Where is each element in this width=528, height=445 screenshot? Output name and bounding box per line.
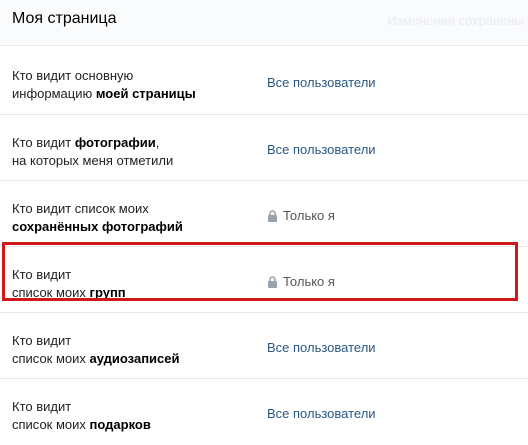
row-label-bold: фотографии [74, 135, 156, 150]
row-label-bold: групп [89, 285, 126, 300]
row-label: Кто видит фотографии, на которых меня от… [12, 134, 252, 170]
privacy-value: Все пользователи [267, 406, 376, 421]
row-label-line1: Кто видит основную [12, 68, 134, 83]
row-label-line1: Кто видит [12, 135, 75, 150]
privacy-row-gifts: Кто видит список моих подарков Все польз… [0, 378, 528, 445]
privacy-select-saved-photos[interactable]: Только я [267, 208, 335, 223]
page-header: Моя страница Изменения сохранены [0, 0, 528, 46]
privacy-select-main-info[interactable]: Все пользователи [267, 75, 376, 90]
row-label-line1: Кто видит [12, 333, 72, 348]
privacy-row-saved-photos: Кто видит список моих сохранённых фотогр… [0, 180, 528, 247]
privacy-row-groups: Кто видит список моих групп Только я [0, 246, 528, 313]
row-label-line2: список моих [12, 285, 90, 300]
privacy-select-audio[interactable]: Все пользователи [267, 340, 376, 355]
row-label-bold: моей страницы [95, 86, 196, 101]
row-label: Кто видит список моих сохранённых фотогр… [12, 200, 252, 236]
row-label-bold: сохранённых фотографий [12, 219, 183, 234]
row-label: Кто видит список моих подарков [12, 398, 252, 434]
privacy-value: Все пользователи [267, 340, 376, 355]
privacy-row-main-info: Кто видит основную информацию моей стран… [0, 48, 528, 115]
privacy-select-tagged-photos[interactable]: Все пользователи [267, 142, 376, 157]
row-label: Кто видит список моих групп [12, 266, 252, 302]
save-status: Изменения сохранены [387, 13, 524, 28]
privacy-value: Только я [283, 274, 335, 289]
row-label-line2: на которых меня отметили [12, 153, 174, 168]
row-label-line1: Кто видит список моих [12, 201, 149, 216]
privacy-select-groups[interactable]: Только я [267, 274, 335, 289]
row-label-line2: список моих [12, 417, 90, 432]
privacy-row-tagged-photos: Кто видит фотографии, на которых меня от… [0, 114, 528, 181]
privacy-value: Все пользователи [267, 75, 376, 90]
row-label-line1: Кто видит [12, 399, 72, 414]
privacy-select-gifts[interactable]: Все пользователи [267, 406, 376, 421]
privacy-settings-page: Моя страница Изменения сохранены Кто вид… [0, 0, 528, 433]
row-label-bold: подарков [89, 417, 151, 432]
page-title: Моя страница [12, 10, 117, 27]
row-label-punct: , [155, 135, 160, 150]
row-label-line2: список моих [12, 351, 90, 366]
lock-icon [267, 275, 278, 288]
row-label-line2: информацию [12, 86, 96, 101]
row-label: Кто видит список моих аудиозаписей [12, 332, 252, 368]
row-label-bold: аудиозаписей [89, 351, 180, 366]
row-label: Кто видит основную информацию моей стран… [12, 67, 252, 103]
privacy-value: Только я [283, 208, 335, 223]
privacy-row-audio: Кто видит список моих аудиозаписей Все п… [0, 312, 528, 379]
row-label-line1: Кто видит [12, 267, 72, 282]
privacy-value: Все пользователи [267, 142, 376, 157]
lock-icon [267, 209, 278, 222]
